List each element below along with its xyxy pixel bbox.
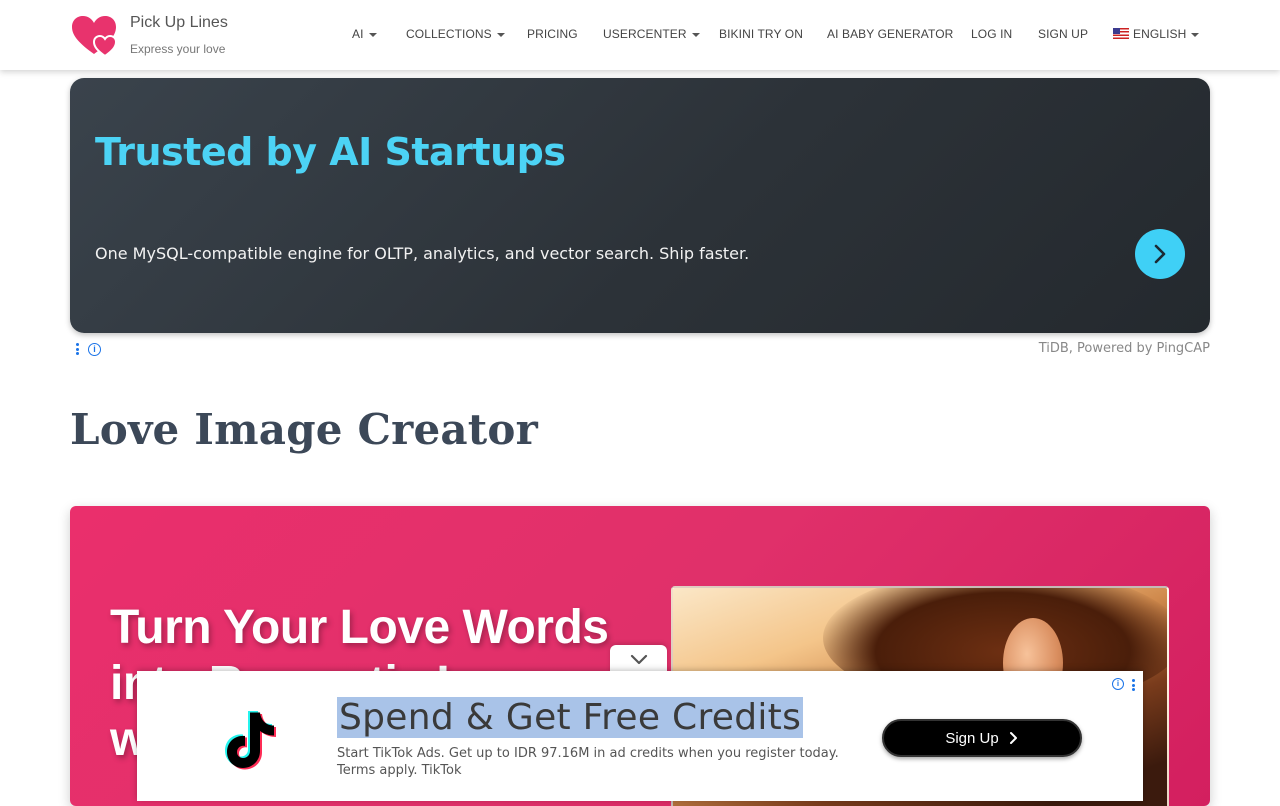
brand-logo-link[interactable]: Pick Up Lines Express your love <box>70 12 250 62</box>
nav-pricing[interactable]: PRICING <box>527 27 578 41</box>
us-flag-icon <box>1113 28 1129 39</box>
nav-usercenter[interactable]: USERCENTER <box>603 27 700 41</box>
top-ad-next-button[interactable] <box>1135 229 1185 279</box>
chevron-right-icon <box>1154 244 1166 264</box>
tiktok-logo-icon <box>225 711 276 770</box>
nav-language-label: ENGLISH <box>1133 27 1187 41</box>
signup-button-label: Sign Up <box>945 729 999 747</box>
heart-logo-icon <box>72 16 118 58</box>
nav-baby-label: AI BABY GENERATOR <box>827 27 954 41</box>
top-ad-title: Trusted by AI Startups <box>95 130 566 174</box>
nav-ai[interactable]: AI <box>352 27 377 41</box>
chevron-down-icon <box>630 654 647 665</box>
bottom-ad-description: Start TikTok Ads. Get up to IDR 97.16M i… <box>337 746 839 778</box>
top-ad-source[interactable]: TiDB, Powered by PingCAP <box>1039 341 1210 356</box>
caret-down-icon <box>368 32 377 37</box>
caret-down-icon <box>1191 32 1200 37</box>
bottom-ad-banner[interactable]: Spend & Get Free Credits Start TikTok Ad… <box>137 671 1143 801</box>
bottom-ad-options-icon[interactable] <box>1132 679 1135 693</box>
ad-info-icon[interactable]: i <box>88 343 101 356</box>
bottom-ad-signup-button[interactable]: Sign Up <box>882 719 1082 757</box>
chevron-right-icon <box>1009 732 1017 744</box>
nav-language-select[interactable]: ENGLISH <box>1113 27 1200 41</box>
nav-ai-label: AI <box>352 27 364 41</box>
nav-sign-up[interactable]: SIGN UP <box>1038 27 1088 41</box>
top-ad-description: One MySQL-compatible engine for OLTP, an… <box>95 244 750 263</box>
ad-options-icon[interactable] <box>76 343 80 356</box>
nav-bikini-label: BIKINI TRY ON <box>719 27 803 41</box>
bottom-ad-info-icon[interactable]: i <box>1112 678 1124 690</box>
nav-signup-label: SIGN UP <box>1038 27 1089 41</box>
top-ad-banner[interactable]: Trusted by AI Startups One MySQL-compati… <box>70 78 1210 333</box>
nav-pricing-label: PRICING <box>527 27 578 41</box>
nav-collections[interactable]: COLLECTIONS <box>406 27 505 41</box>
brand-name: Pick Up Lines <box>130 14 228 31</box>
caret-down-icon <box>496 32 505 37</box>
nav-log-in[interactable]: LOG IN <box>971 27 1012 41</box>
nav-bikini-try-on[interactable]: BIKINI TRY ON <box>719 27 803 41</box>
nav-login-label: LOG IN <box>971 27 1013 41</box>
bottom-ad-title-text: Spend & Get Free Credits <box>337 697 804 738</box>
site-header: Pick Up Lines Express your love AI COLLE… <box>0 0 1280 70</box>
page-title: Love Image Creator <box>70 405 538 454</box>
bottom-ad-title[interactable]: Spend & Get Free Credits <box>337 697 804 738</box>
nav-collections-label: COLLECTIONS <box>406 27 492 41</box>
nav-usercenter-label: USERCENTER <box>603 27 687 41</box>
caret-down-icon <box>691 32 700 37</box>
brand-tagline: Express your love <box>130 42 226 56</box>
nav-ai-baby-generator[interactable]: AI BABY GENERATOR <box>827 27 953 41</box>
